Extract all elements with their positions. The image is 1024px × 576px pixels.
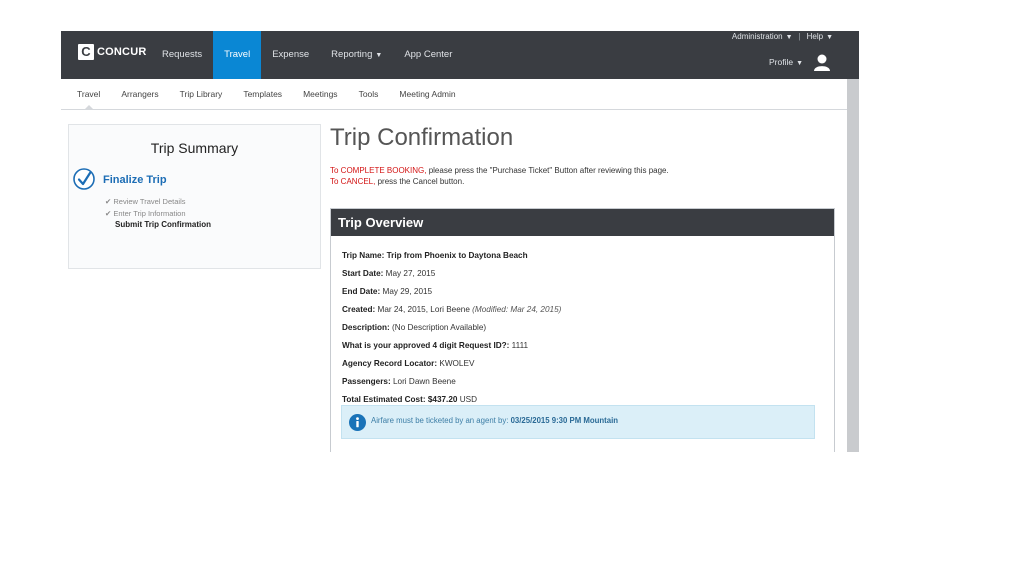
cancel-instruction: To CANCEL, press the Cancel button.	[330, 176, 835, 187]
alert-text: Airfare must be ticketed by an agent by:	[371, 416, 511, 425]
trip-overview-heading: Trip Overview	[331, 209, 834, 236]
tab-templates[interactable]: Templates	[243, 79, 282, 109]
end-date-row: End Date: May 29, 2015	[342, 283, 834, 301]
brand-name: CONCUR	[97, 46, 147, 58]
trip-summary-title: Trip Summary	[150, 140, 239, 156]
nav-reporting[interactable]: Reporting ▼	[320, 31, 393, 79]
cancel-text: press the Cancel button.	[375, 177, 465, 186]
trip-name-label: Trip Name: Trip from Phoenix to Daytona …	[342, 251, 528, 260]
trip-details-list: Trip Name: Trip from Phoenix to Daytona …	[331, 236, 834, 409]
concur-app-window: C CONCUR Requests Travel Expense Reporti…	[61, 31, 859, 452]
nav-requests[interactable]: Requests	[151, 31, 213, 79]
finalize-trip-heading: Finalize Trip	[103, 174, 167, 186]
total-cost-amount: $437.20	[425, 395, 458, 404]
record-locator-value: KWOLEV	[437, 359, 475, 368]
concur-logo[interactable]: C CONCUR	[78, 44, 146, 60]
tab-trip-library[interactable]: Trip Library	[180, 79, 223, 109]
passengers-row: Passengers: Lori Dawn Beene	[342, 373, 834, 391]
complete-booking-label: To COMPLETE BOOKING,	[330, 166, 427, 175]
administration-label: Administration	[731, 32, 783, 41]
description-label: Description:	[342, 323, 390, 332]
caret-down-icon: ▼	[826, 34, 833, 41]
passengers-value: Lori Dawn Beene	[390, 377, 456, 386]
caret-down-icon: ▼	[796, 60, 803, 67]
trip-name-row: Trip Name: Trip from Phoenix to Daytona …	[342, 247, 834, 265]
checkmark-circle-icon	[73, 168, 95, 190]
info-icon	[349, 414, 366, 431]
divider: |	[798, 32, 801, 41]
end-date-value: May 29, 2015	[380, 287, 433, 296]
top-navigation-bar: C CONCUR Requests Travel Expense Reporti…	[61, 31, 859, 79]
step-review-travel-details: ✔ Review Travel Details	[105, 197, 185, 206]
record-locator-row: Agency Record Locator: KWOLEV	[342, 355, 834, 373]
request-id-label: What is your approved 4 digit Request ID…	[342, 341, 510, 350]
nav-travel[interactable]: Travel	[213, 31, 262, 79]
start-date-row: Start Date: May 27, 2015	[342, 265, 834, 283]
description-row: Description: (No Description Available)	[342, 319, 834, 337]
created-row: Created: Mar 24, 2015, Lori Beene (Modif…	[342, 301, 834, 319]
administration-menu[interactable]: Administration ▼	[732, 32, 793, 41]
alert-deadline: 03/25/2015 9:30 PM Mountain	[510, 416, 619, 425]
step-label: Enter Trip Information	[113, 209, 186, 218]
tab-arrangers[interactable]: Arrangers	[121, 79, 158, 109]
user-avatar-icon[interactable]	[811, 51, 833, 73]
alert-message: Airfare must be ticketed by an agent by:…	[371, 416, 618, 425]
page-title: Trip Confirmation	[330, 124, 514, 151]
main-nav: Requests Travel Expense Reporting ▼ App C…	[151, 31, 463, 79]
main-content: Trip Confirmation To COMPLETE BOOKING, p…	[330, 123, 835, 452]
profile-menu[interactable]: Profile ▼	[769, 57, 803, 67]
ticketing-deadline-alert: Airfare must be ticketed by an agent by:…	[341, 405, 815, 439]
step-submit-trip-confirmation: Submit Trip Confirmation	[115, 220, 211, 229]
admin-help-links: Administration ▼ | Help ▼	[732, 32, 833, 41]
nav-expense[interactable]: Expense	[261, 31, 320, 79]
record-locator-label: Agency Record Locator:	[342, 359, 438, 368]
modified-value: (Modified: Mar 24, 2015)	[472, 305, 562, 314]
trip-overview-panel: Trip Overview Trip Name: Trip from Phoen…	[330, 208, 835, 452]
created-label: Created:	[342, 305, 376, 314]
request-id-row: What is your approved 4 digit Request ID…	[342, 337, 834, 355]
start-date-label: Start Date:	[342, 269, 384, 278]
tab-meeting-admin[interactable]: Meeting Admin	[399, 79, 455, 109]
help-label: Help	[806, 32, 824, 41]
complete-booking-instruction: To COMPLETE BOOKING, please press the "P…	[330, 165, 835, 176]
booking-instructions: To COMPLETE BOOKING, please press the "P…	[330, 165, 835, 187]
passengers-label: Passengers:	[342, 377, 391, 386]
nav-app-center[interactable]: App Center	[393, 31, 463, 79]
step-enter-trip-information: ✔ Enter Trip Information	[105, 209, 186, 218]
tab-tools[interactable]: Tools	[359, 79, 379, 109]
concur-logo-icon: C	[78, 44, 94, 60]
request-id-value: 1111	[509, 341, 529, 350]
vertical-scrollbar[interactable]	[847, 79, 859, 452]
total-cost-label: Total Estimated Cost:	[342, 395, 426, 404]
start-date-value: May 27, 2015	[383, 269, 436, 278]
caret-down-icon: ▼	[375, 52, 383, 59]
step-label: Review Travel Details	[113, 197, 186, 206]
complete-booking-text: please press the "Purchase Ticket" Butto…	[426, 166, 669, 175]
caret-down-icon: ▼	[785, 34, 793, 41]
nav-reporting-label: Reporting	[331, 49, 373, 60]
total-cost-currency: USD	[457, 395, 477, 404]
tab-meetings[interactable]: Meetings	[303, 79, 338, 109]
help-menu[interactable]: Help ▼	[807, 32, 833, 41]
tab-travel[interactable]: Travel	[77, 79, 100, 110]
end-date-label: End Date:	[342, 287, 381, 296]
cancel-label: To CANCEL,	[330, 177, 376, 186]
trip-summary-panel: Trip Summary Finalize Trip ✔ Review Trav…	[68, 124, 321, 269]
description-value: (No Description Available)	[389, 323, 487, 332]
profile-label: Profile	[768, 57, 794, 67]
secondary-navigation: Travel Arrangers Trip Library Templates …	[61, 79, 847, 110]
created-value: Mar 24, 2015, Lori Beene	[375, 305, 473, 314]
